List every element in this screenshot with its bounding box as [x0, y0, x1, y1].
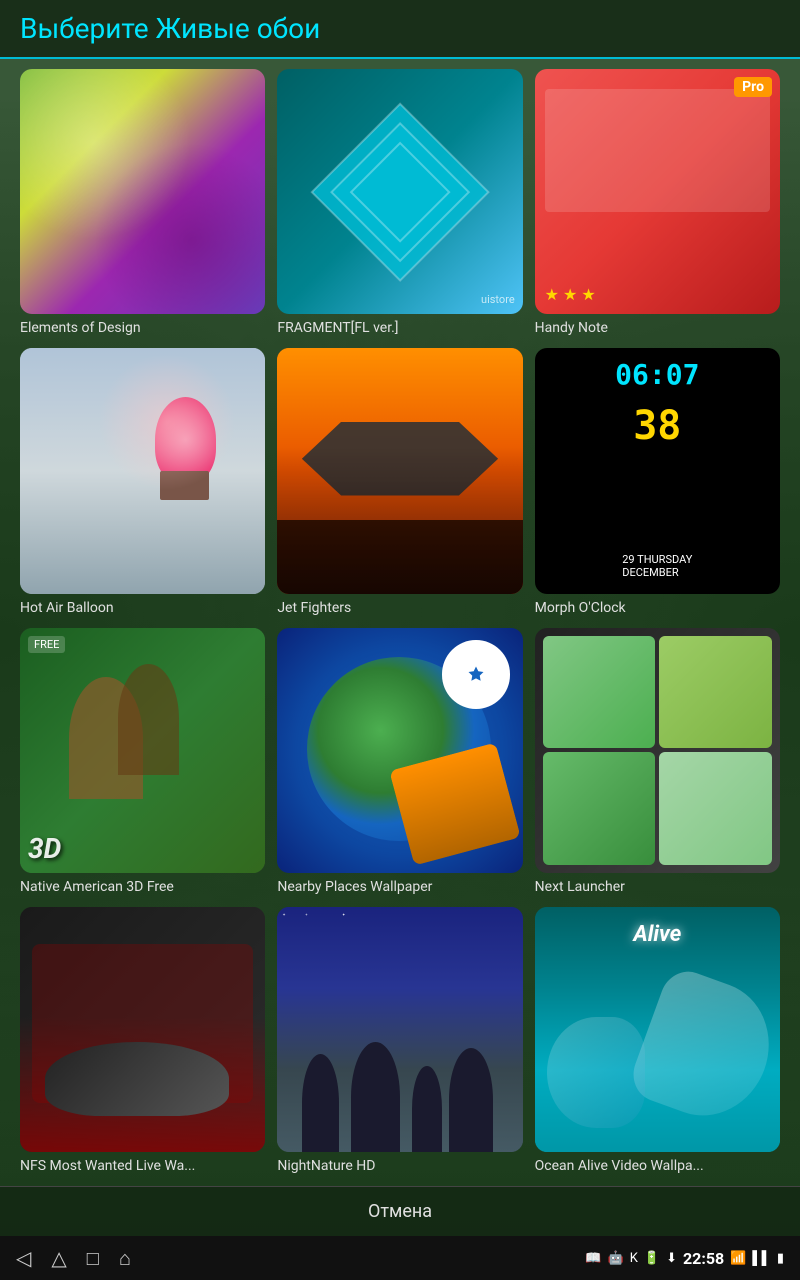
app-item-native-american[interactable]: FREE 3D Native American 3D Free	[20, 628, 265, 895]
app-label-ocean-alive: Ocean Alive Video Wallpa...	[535, 1158, 780, 1174]
status-time: 22:58	[683, 1249, 724, 1268]
morph-seconds-display: 38	[633, 403, 681, 449]
app-label-hot-air-balloon: Hot Air Balloon	[20, 600, 265, 616]
page-title: Выберите Живые обои	[20, 12, 320, 45]
status-bar: ◁ △ □ ⌂ 📖 🤖 K 🔋 ⬇ 22:58 📶 ▌▌ ▮	[0, 1236, 800, 1280]
ocean-alive-logo: Alive	[633, 922, 681, 947]
app-thumb-jet-fighters	[277, 348, 522, 593]
app-item-ocean-alive[interactable]: Alive Ocean Alive Video Wallpa...	[535, 907, 780, 1174]
app-thumb-handy-note: Pro ★ ★ ★	[535, 69, 780, 314]
app-label-night-nature: NightNature HD	[277, 1158, 522, 1174]
app-thumb-next-launcher	[535, 628, 780, 873]
app-label-handy-note: Handy Note	[535, 320, 780, 336]
app-thumb-elements-of-design	[20, 69, 265, 314]
app-item-next-launcher[interactable]: Next Launcher	[535, 628, 780, 895]
next-gem-1	[543, 636, 656, 749]
app-item-hot-air-balloon[interactable]: Hot Air Balloon	[20, 348, 265, 615]
app-label-jet-fighters: Jet Fighters	[277, 600, 522, 616]
app-thumb-ocean-alive: Alive	[535, 907, 780, 1152]
next-gem-4	[659, 752, 772, 865]
native-3d-label: 3D	[28, 832, 61, 865]
grid-scroll[interactable]: Elements of Design uistore FRAGMENT[FL v…	[0, 59, 800, 1186]
app-item-nfs[interactable]: NFS Most Wanted Live Wa...	[20, 907, 265, 1174]
menu-icon[interactable]: ⌂	[119, 1246, 131, 1271]
app-item-fragment[interactable]: uistore FRAGMENT[FL ver.]	[277, 69, 522, 336]
app-thumb-native-american: FREE 3D	[20, 628, 265, 873]
battery-icon: 🔋	[644, 1251, 660, 1266]
fragment-store-label: uistore	[481, 293, 515, 306]
header: Выберите Живые обои	[0, 0, 800, 59]
app-label-native-american: Native American 3D Free	[20, 879, 265, 895]
app-label-elements-of-design: Elements of Design	[20, 320, 265, 336]
app-label-nearby-places: Nearby Places Wallpaper	[277, 879, 522, 895]
app-item-elements-of-design[interactable]: Elements of Design	[20, 69, 265, 336]
app-label-fragment: FRAGMENT[FL ver.]	[277, 320, 522, 336]
app-label-nfs: NFS Most Wanted Live Wa...	[20, 1158, 265, 1174]
app-item-jet-fighters[interactable]: Jet Fighters	[277, 348, 522, 615]
next-gem-3	[543, 752, 656, 865]
signal-icon: ▌▌	[752, 1250, 770, 1266]
wifi-icon: 📶	[730, 1251, 746, 1266]
app-item-morph-oclock[interactable]: 06:07 38 29 THURSDAYDECEMBER Morph O'Clo…	[535, 348, 780, 615]
home-icon[interactable]: △	[51, 1246, 66, 1270]
nearby-star-icon	[467, 665, 485, 683]
security-icon: K	[630, 1251, 638, 1266]
cancel-bar[interactable]: Отмена	[0, 1186, 800, 1236]
battery-full-icon: ▮	[777, 1251, 784, 1266]
native-free-badge: FREE	[28, 636, 65, 653]
recents-icon[interactable]: □	[87, 1246, 99, 1271]
main-container: Выберите Живые обои Elements of Design u…	[0, 0, 800, 1280]
back-icon[interactable]: ◁	[16, 1246, 31, 1270]
next-gem-2	[659, 636, 772, 749]
app-label-morph-oclock: Morph O'Clock	[535, 600, 780, 616]
app-item-nearby-places[interactable]: Nearby Places Wallpaper	[277, 628, 522, 895]
app-thumb-fragment: uistore	[277, 69, 522, 314]
book-icon: 📖	[585, 1251, 601, 1266]
nav-icons: ◁ △ □ ⌂	[16, 1246, 131, 1271]
morph-date-display: 29 THURSDAYDECEMBER	[622, 553, 692, 579]
android-icon: 🤖	[608, 1251, 624, 1266]
app-grid: Elements of Design uistore FRAGMENT[FL v…	[20, 69, 780, 1186]
app-thumb-hot-air-balloon	[20, 348, 265, 593]
app-thumb-nearby-places	[277, 628, 522, 873]
morph-time-display: 06:07	[615, 358, 699, 391]
app-thumb-night-nature: ✦ ✦ ✦	[277, 907, 522, 1152]
status-icons: 📖 🤖 K 🔋 ⬇ 22:58 📶 ▌▌ ▮	[585, 1249, 784, 1268]
app-item-handy-note[interactable]: Pro ★ ★ ★ Handy Note	[535, 69, 780, 336]
download-icon: ⬇	[666, 1251, 677, 1266]
app-item-night-nature[interactable]: ✦ ✦ ✦ NightNature HD	[277, 907, 522, 1174]
app-thumb-nfs	[20, 907, 265, 1152]
app-label-next-launcher: Next Launcher	[535, 879, 780, 895]
cancel-button[interactable]: Отмена	[368, 1201, 432, 1222]
app-thumb-morph-oclock: 06:07 38 29 THURSDAYDECEMBER	[535, 348, 780, 593]
